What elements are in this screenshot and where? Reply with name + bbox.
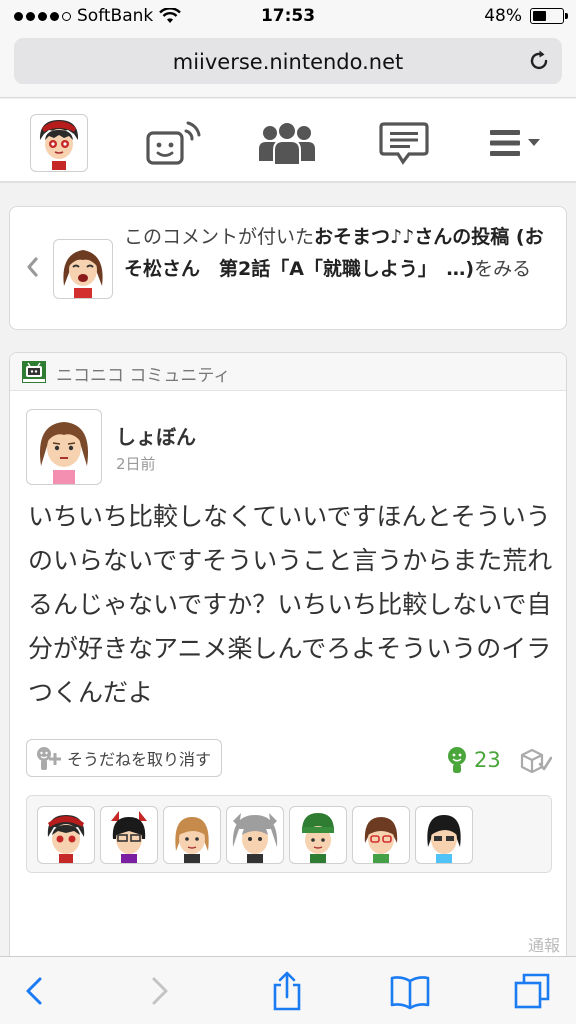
yeah-user-avatar[interactable] (100, 806, 158, 864)
parent-post-link-text: このコメントが付いたおそまつ♪♪さんの投稿 (おそ松さん 第2話「A「就職しよう… (124, 221, 554, 285)
yeah-user-avatar[interactable] (352, 806, 410, 864)
nav-messages[interactable] (374, 113, 434, 173)
activity-feed-icon (146, 121, 201, 165)
communities-icon (259, 121, 315, 165)
link-suffix: をみる (474, 258, 532, 280)
yeah-user-avatar[interactable] (226, 806, 284, 864)
browser-chrome: miiverse.nintendo.net (0, 32, 576, 98)
niconico-community-icon (22, 361, 46, 383)
nav-communities[interactable] (257, 113, 317, 173)
browser-toolbar (0, 956, 576, 1024)
unyeah-button[interactable]: そうだねを取り消す (26, 739, 223, 777)
yeah-user-list (26, 795, 552, 873)
battery-icon (530, 8, 568, 24)
nav-menu[interactable] (486, 113, 546, 173)
yeah-count: 23 (446, 747, 501, 773)
status-bar: SoftBank 17:53 48% (0, 0, 576, 32)
link-prefix: このコメントが付いた (124, 226, 315, 248)
nav-activity-feed[interactable] (142, 113, 202, 173)
yeah-icon (448, 747, 466, 773)
parent-post-avatar (53, 239, 113, 299)
yeah-add-icon (37, 747, 61, 770)
parent-post-link[interactable]: このコメントが付いたおそまつ♪♪さんの投稿 (おそ松さん 第2話「A「就職しよう… (9, 206, 567, 330)
yeah-user-avatar[interactable] (37, 806, 95, 864)
spoiler-check-icon[interactable] (518, 747, 552, 773)
forward-icon[interactable] (138, 971, 178, 1011)
address-bar[interactable]: miiverse.nintendo.net (14, 38, 562, 84)
post-timestamp: 2日前 (116, 455, 156, 473)
url-text: miiverse.nintendo.net (172, 50, 404, 74)
yeah-user-avatar[interactable] (415, 806, 473, 864)
report-link[interactable]: 通報 (528, 932, 560, 956)
yeah-count-number: 23 (474, 748, 501, 772)
yeah-user-avatar[interactable] (163, 806, 221, 864)
site-nav (0, 99, 576, 183)
user-avatar (30, 114, 88, 172)
battery-percent: 48% (484, 6, 522, 26)
unyeah-label: そうだねを取り消す (67, 750, 212, 769)
bookmarks-icon[interactable] (390, 971, 430, 1011)
reload-icon[interactable] (526, 48, 552, 74)
share-icon[interactable] (267, 971, 307, 1011)
back-icon[interactable] (16, 971, 56, 1011)
community-header[interactable]: ニコニコ コミュニティ (10, 353, 566, 391)
tabs-icon[interactable] (512, 971, 552, 1011)
menu-icon (490, 130, 540, 156)
yeah-user-avatar[interactable] (289, 806, 347, 864)
comment-card: ニコニコ コミュニティ しょぼん 2日前 いちいち比較しなくていいですほんとそう… (9, 352, 567, 962)
author-name[interactable]: しょぼん (116, 421, 196, 450)
nav-my-page[interactable] (29, 113, 89, 173)
author-avatar[interactable] (26, 409, 102, 485)
community-name: ニコニコ コミュニティ (56, 366, 231, 386)
main-content: このコメントが付いたおそまつ♪♪さんの投稿 (おそ松さん 第2話「A「就職しよう… (0, 184, 576, 962)
comment-body: いちいち比較しなくていいですほんとそういうのいらないですそういうこと言うからまた… (28, 502, 553, 707)
messages-icon (379, 122, 429, 165)
chevron-left-icon (27, 257, 38, 277)
